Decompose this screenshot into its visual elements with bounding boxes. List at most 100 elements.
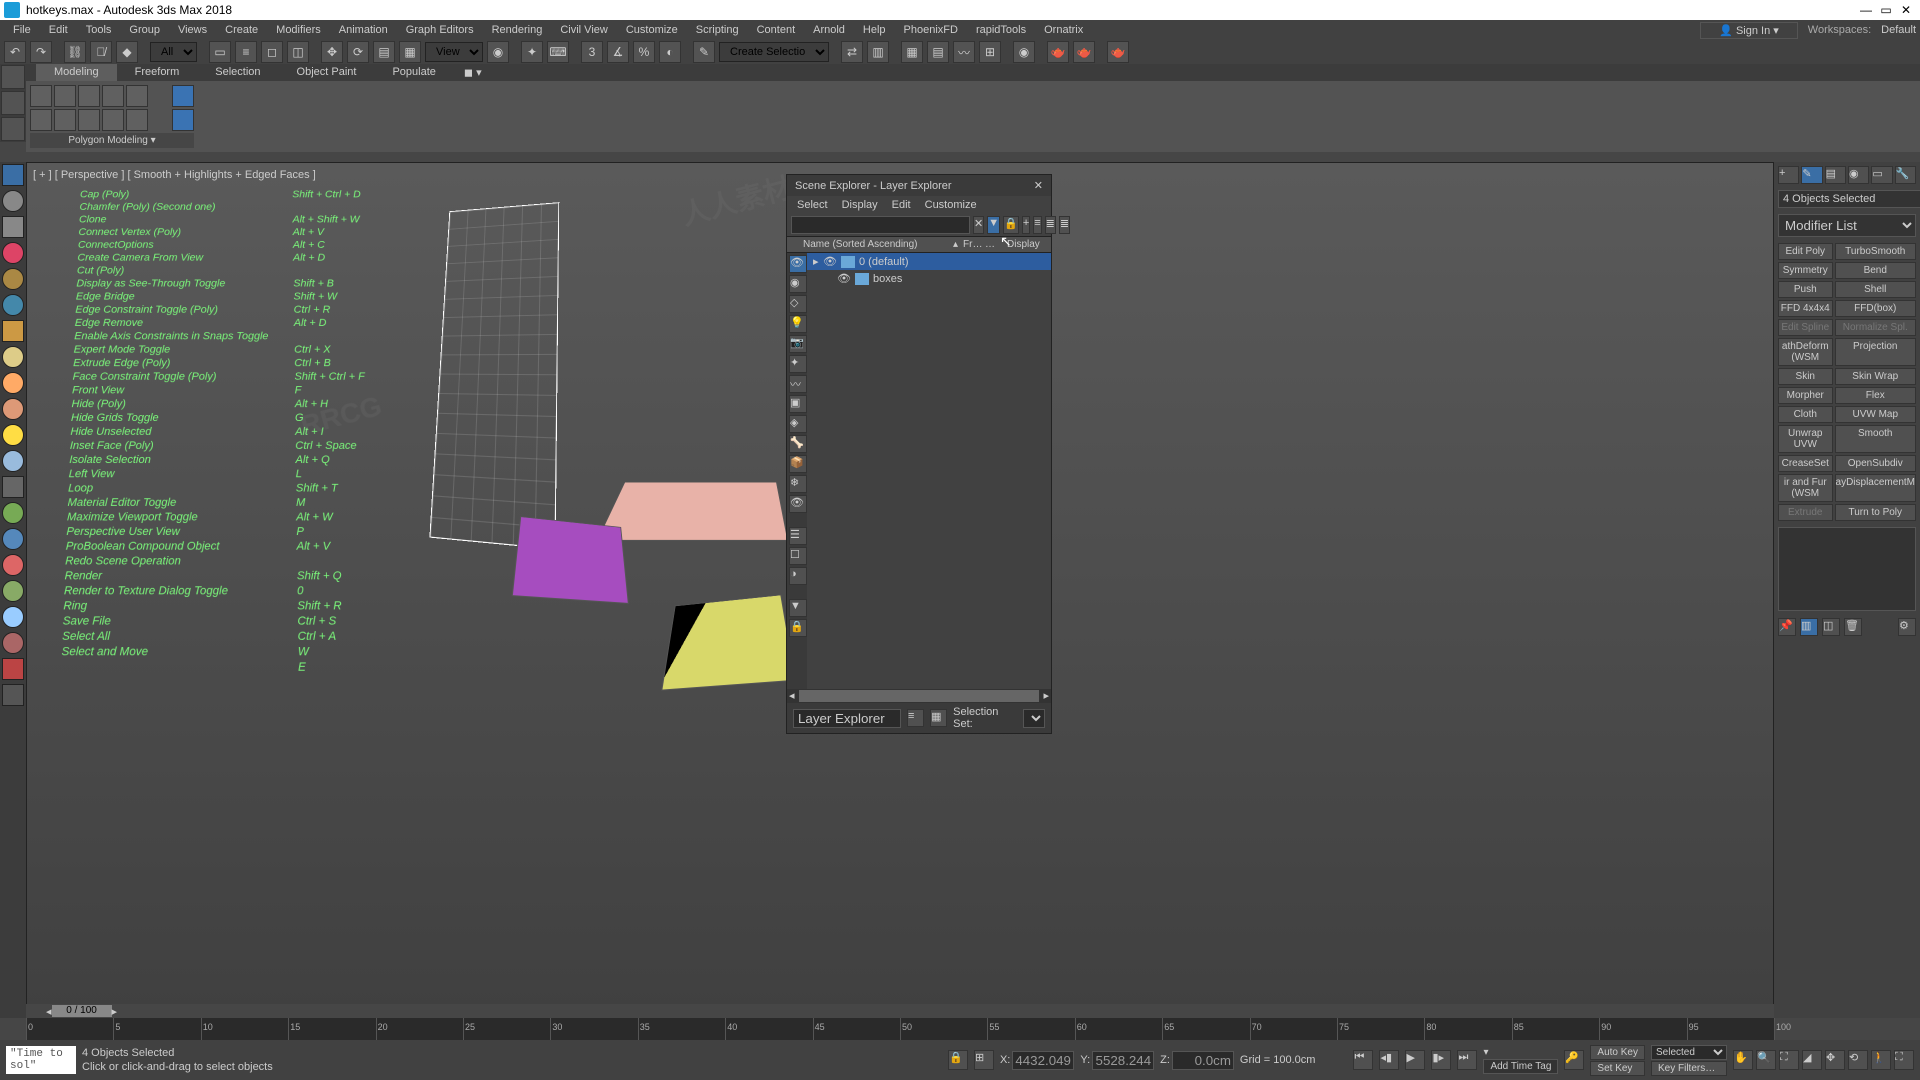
- se-clear-search[interactable]: ✕: [973, 216, 984, 234]
- edit-selection-button[interactable]: ✎: [693, 41, 715, 63]
- menu-group[interactable]: Group: [120, 24, 169, 36]
- set-key-button[interactable]: Set Key: [1590, 1061, 1645, 1076]
- cmd-motion-tab[interactable]: ◉: [1848, 166, 1869, 184]
- stack-pin[interactable]: 📌: [1778, 618, 1796, 636]
- key-mode-button[interactable]: 🔑: [1564, 1050, 1584, 1070]
- nav-walk[interactable]: 🚶: [1871, 1050, 1891, 1070]
- curve-editor-button[interactable]: 〰: [953, 41, 975, 63]
- close-button[interactable]: ✕: [1896, 3, 1916, 17]
- viewport-label[interactable]: [ + ] [ Perspective ] [ Smooth + Highlig…: [33, 169, 316, 181]
- mesh-curved[interactable]: [429, 202, 559, 550]
- rotate-button[interactable]: ⟳: [347, 41, 369, 63]
- poly-poly-mode[interactable]: [102, 85, 124, 107]
- scene-explorer-mode[interactable]: [793, 709, 901, 728]
- se-lock-button[interactable]: 🔒: [1003, 216, 1019, 234]
- modifier-cloth[interactable]: Cloth: [1778, 406, 1833, 423]
- lt-pf[interactable]: [2, 528, 24, 550]
- redo-button[interactable]: ↷: [30, 41, 52, 63]
- se-side-eye[interactable]: 👁: [789, 255, 807, 273]
- selection-filter-dropdown[interactable]: All: [150, 42, 197, 62]
- select-object-button[interactable]: ▭: [209, 41, 231, 63]
- create-tab-icon[interactable]: [2, 164, 24, 186]
- percent-snap-button[interactable]: %: [633, 41, 655, 63]
- lt-torus[interactable]: [2, 398, 24, 420]
- time-tag-menu[interactable]: ▾: [1483, 1047, 1558, 1058]
- se-side-container[interactable]: 📦: [789, 455, 807, 473]
- modifier-aydisplacementm[interactable]: ayDisplacementM: [1835, 474, 1916, 502]
- poly-group-label[interactable]: Polygon Modeling ▾: [30, 133, 194, 148]
- se-menu-edit[interactable]: Edit: [892, 199, 911, 211]
- script-listener-box[interactable]: "Time to sol": [6, 1046, 76, 1074]
- col-name[interactable]: Name (Sorted Ascending): [803, 239, 953, 250]
- named-selection-dropdown[interactable]: Create Selection Se: [719, 42, 829, 62]
- menu-scripting[interactable]: Scripting: [687, 24, 748, 36]
- poly-btn-d[interactable]: [102, 109, 124, 131]
- menu-content[interactable]: Content: [748, 24, 805, 36]
- nav-zoom-ext[interactable]: ⛶: [1779, 1050, 1799, 1070]
- cmd-create-tab[interactable]: +: [1778, 166, 1799, 184]
- lt-helpers[interactable]: [2, 476, 24, 498]
- se-btm-btn-2[interactable]: ▦: [930, 709, 947, 727]
- se-side-helper[interactable]: ✦: [789, 355, 807, 373]
- lt-sphere[interactable]: [2, 190, 24, 212]
- menu-create[interactable]: Create: [216, 24, 267, 36]
- se-side-lock[interactable]: 🔒: [789, 619, 807, 637]
- play-button[interactable]: ▶: [1405, 1050, 1425, 1070]
- menu-edit[interactable]: Edit: [40, 24, 77, 36]
- se-side-shape[interactable]: ◇: [789, 295, 807, 313]
- se-side-bone[interactable]: 🦴: [789, 435, 807, 453]
- workspaces-dropdown[interactable]: Default: [1881, 24, 1916, 36]
- lt-geo-2[interactable]: [2, 268, 24, 290]
- modifier-flex[interactable]: Flex: [1835, 387, 1916, 404]
- time-ruler[interactable]: 0510152025303540455055606570758085909510…: [26, 1018, 1774, 1040]
- poly-vertex-mode[interactable]: [30, 85, 52, 107]
- modifier-turbosmooth[interactable]: TurboSmooth: [1835, 243, 1916, 260]
- modifier-uvw-map[interactable]: UVW Map: [1835, 406, 1916, 423]
- poly-btn-b[interactable]: [54, 109, 76, 131]
- se-side-group[interactable]: ▣: [789, 395, 807, 413]
- time-thumb[interactable]: 0 / 100: [52, 1005, 112, 1017]
- se-filter-button[interactable]: ▼: [987, 216, 1000, 234]
- ref-coord-dropdown[interactable]: View: [425, 42, 483, 62]
- se-side-geom[interactable]: ◉: [789, 275, 807, 293]
- link-button[interactable]: ⛓: [64, 41, 86, 63]
- cmd-modify-tab[interactable]: ✎: [1801, 166, 1822, 184]
- keyboard-shortcut-button[interactable]: ⌨: [547, 41, 569, 63]
- stack-show[interactable]: ▥: [1800, 618, 1818, 636]
- nav-max[interactable]: ⛶: [1894, 1050, 1914, 1070]
- spinner-snap-button[interactable]: ◐: [659, 41, 681, 63]
- ribbon-collapse-btn[interactable]: [1, 65, 25, 89]
- select-name-button[interactable]: ≡: [235, 41, 257, 63]
- se-layer-btn-2[interactable]: ≣: [1059, 216, 1070, 234]
- lt-misc-1[interactable]: [2, 658, 24, 680]
- object-name-field[interactable]: [1778, 190, 1920, 208]
- lt-camera[interactable]: [2, 632, 24, 654]
- poly-btn-e[interactable]: [126, 109, 148, 131]
- undo-button[interactable]: ↶: [4, 41, 26, 63]
- modifier-projection[interactable]: Projection: [1835, 338, 1916, 366]
- key-target-dropdown[interactable]: Selected: [1651, 1045, 1727, 1060]
- menu-rendering[interactable]: Rendering: [483, 24, 552, 36]
- layer-explorer-button[interactable]: ▦: [901, 41, 923, 63]
- ribbon-tab-object-paint[interactable]: Object Paint: [279, 64, 375, 81]
- menu-tools[interactable]: Tools: [77, 24, 121, 36]
- lt-plane[interactable]: [2, 320, 24, 342]
- lt-sky[interactable]: [2, 606, 24, 628]
- cmd-hierarchy-tab[interactable]: ▤: [1825, 166, 1846, 184]
- layer-row[interactable]: 👁boxes: [807, 270, 1051, 287]
- ribbon-btn-3[interactable]: [1, 117, 25, 141]
- menu-rapidtools[interactable]: rapidTools: [967, 24, 1035, 36]
- modifier-bend[interactable]: Bend: [1835, 262, 1916, 279]
- add-time-tag[interactable]: Add Time Tag: [1483, 1059, 1558, 1074]
- goto-start[interactable]: ⏮: [1353, 1050, 1373, 1070]
- se-btm-btn-1[interactable]: ≡: [907, 709, 924, 727]
- manipulate-button[interactable]: ✦: [521, 41, 543, 63]
- modifier-skin-wrap[interactable]: Skin Wrap: [1835, 368, 1916, 385]
- col-frozen[interactable]: Fr…: [963, 239, 985, 250]
- nav-pan[interactable]: ✋: [1733, 1050, 1753, 1070]
- modifier-shell[interactable]: Shell: [1835, 281, 1916, 298]
- se-side-none[interactable]: ☐: [789, 547, 807, 565]
- cmd-utilities-tab[interactable]: 🔧: [1895, 166, 1916, 184]
- x-coord[interactable]: [1012, 1051, 1074, 1070]
- scene-explorer-hscroll[interactable]: ◂ ▸: [787, 689, 1051, 703]
